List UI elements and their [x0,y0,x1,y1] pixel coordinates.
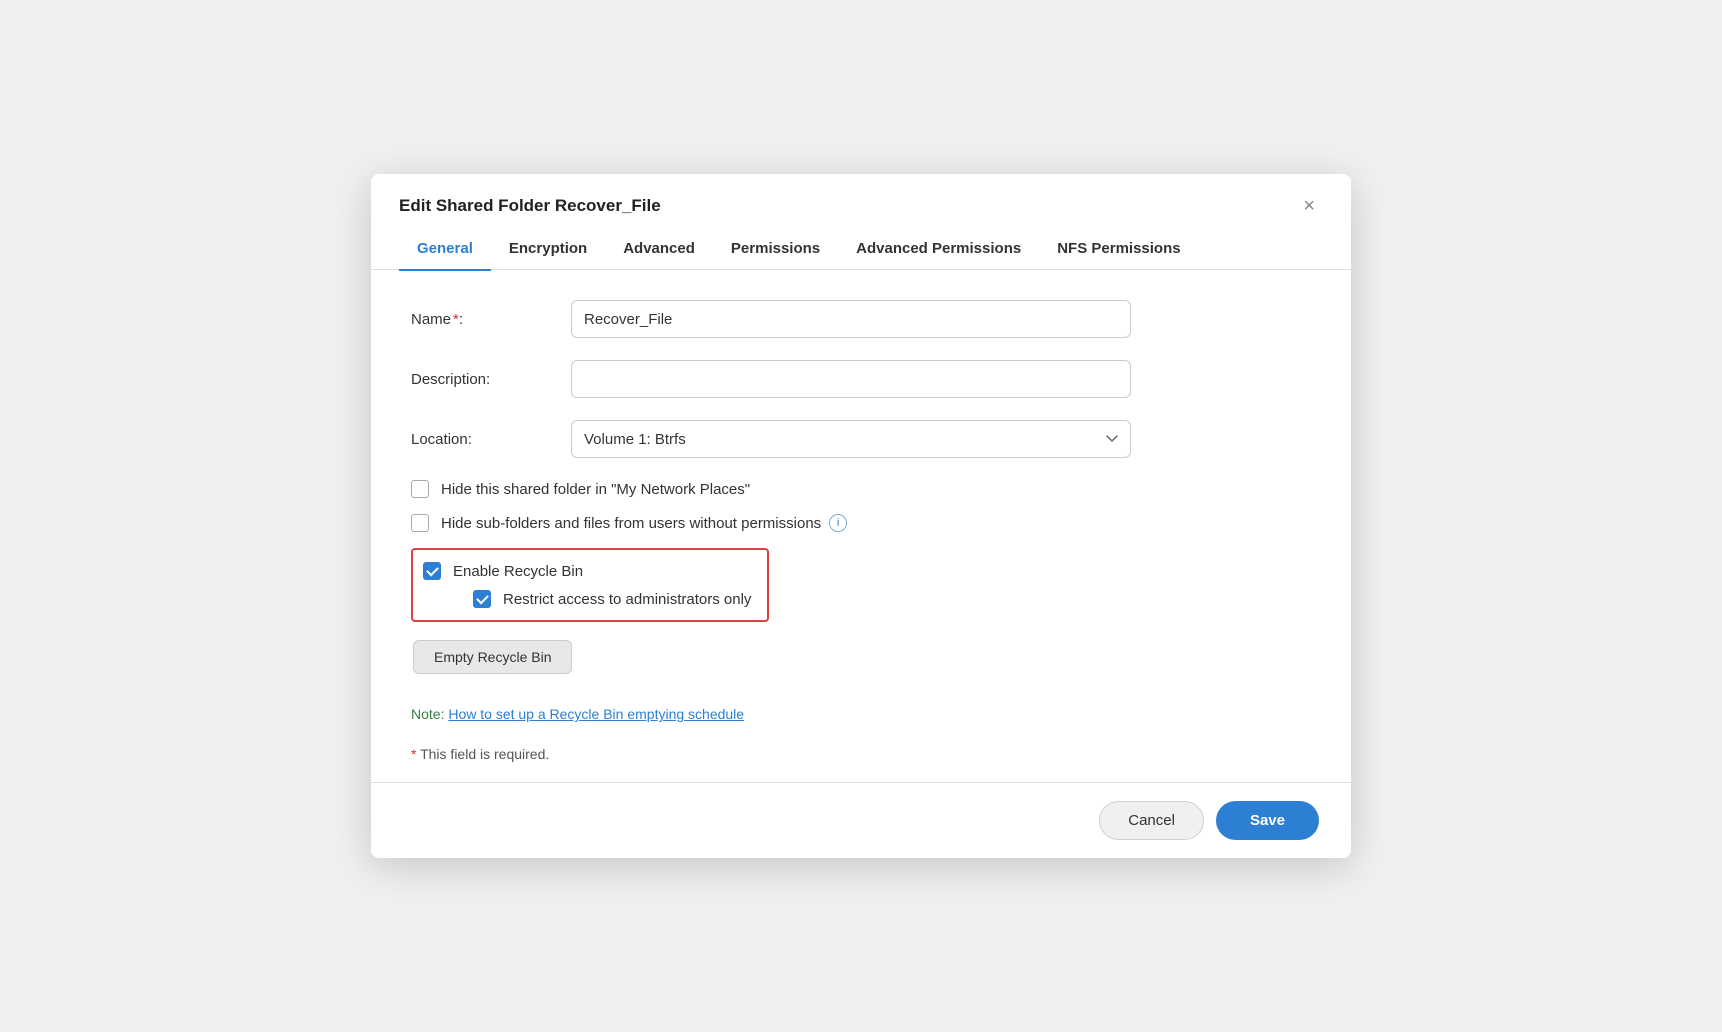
enable-recycle-label: Enable Recycle Bin [453,563,583,580]
description-row: Description: [411,360,1311,398]
enable-recycle-row: Enable Recycle Bin [423,562,751,580]
enable-recycle-checkbox[interactable] [423,562,441,580]
note-prefix: Note: [411,706,448,722]
location-select[interactable]: Volume 1: Btrfs [571,420,1131,458]
close-button[interactable]: × [1295,192,1323,220]
cancel-button[interactable]: Cancel [1099,801,1204,840]
hide-subfolders-checkbox[interactable] [411,514,429,532]
hide-subfolders-info-icon[interactable]: i [829,514,847,532]
restrict-admin-checkbox[interactable] [473,590,491,608]
tab-advanced-permissions[interactable]: Advanced Permissions [838,230,1039,271]
tab-bar: General Encryption Advanced Permissions … [371,230,1351,271]
hide-network-checkbox[interactable] [411,480,429,498]
name-input[interactable] [571,300,1131,338]
hide-network-label: Hide this shared folder in "My Network P… [441,481,750,498]
recycle-bin-highlight-box: Enable Recycle Bin Restrict access to ad… [411,548,769,622]
tab-encryption[interactable]: Encryption [491,230,605,271]
edit-shared-folder-dialog: Edit Shared Folder Recover_File × Genera… [371,174,1351,859]
hide-subfolders-label: Hide sub-folders and files from users wi… [441,515,821,532]
recycle-schedule-link[interactable]: How to set up a Recycle Bin emptying sch… [448,706,744,722]
name-label: Name*: [411,311,571,328]
description-input[interactable] [571,360,1131,398]
restrict-admin-row: Restrict access to administrators only [423,590,751,608]
restrict-admin-label: Restrict access to administrators only [503,591,751,608]
tab-general[interactable]: General [399,230,491,271]
description-label: Description: [411,371,571,388]
tab-advanced[interactable]: Advanced [605,230,713,271]
tab-permissions[interactable]: Permissions [713,230,838,271]
hide-subfolders-row: Hide sub-folders and files from users wi… [411,514,1311,532]
hide-network-row: Hide this shared folder in "My Network P… [411,480,1311,498]
note-row: Note: How to set up a Recycle Bin emptyi… [411,706,1311,722]
empty-recycle-bin-button[interactable]: Empty Recycle Bin [413,640,572,674]
dialog-content: Name*: Description: Location: Volume 1: … [371,270,1351,782]
dialog-footer: Cancel Save [371,782,1351,858]
name-row: Name*: [411,300,1311,338]
tab-nfs-permissions[interactable]: NFS Permissions [1039,230,1198,271]
required-note: * This field is required. [411,746,1311,762]
dialog-header: Edit Shared Folder Recover_File × [371,174,1351,220]
dialog-title: Edit Shared Folder Recover_File [399,196,661,216]
empty-bin-row: Empty Recycle Bin [411,640,1311,692]
location-label: Location: [411,431,571,448]
location-row: Location: Volume 1: Btrfs [411,420,1311,458]
save-button[interactable]: Save [1216,801,1319,840]
